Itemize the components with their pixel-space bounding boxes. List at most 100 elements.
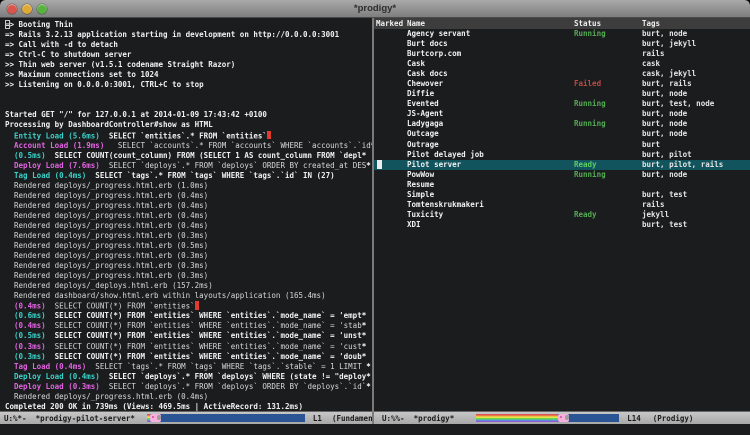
marked-cell [376,200,407,210]
log-text: (0.4ms) [5,302,46,311]
process-tags: rails [642,200,750,210]
process-status: Running [574,119,642,129]
process-tags: burt, node [642,89,750,99]
log-text: Account Load (1.9ms) [5,141,104,150]
prodigy-pane[interactable]: Marked Name Status Tags Agency servantRu… [374,18,750,424]
process-row[interactable]: Pilot delayed jobburt, pilot [374,150,750,160]
marked-cell [376,220,407,230]
process-tags: burt, node [642,119,750,129]
process-name: Outcage [407,129,574,139]
process-row[interactable]: Tomtenskrukmakeri rails [374,200,750,210]
log-text: => Call with -d to detach [5,40,118,49]
log-text: SELECT `accounts`.* FROM `accounts` WHER… [104,141,370,150]
log-text: => Ctrl-C to shutdown server [5,50,131,59]
log-text: * [366,382,371,391]
process-tags: burt, test [642,220,750,230]
process-row[interactable]: TuxicityReadyjekyll [374,210,750,220]
left-modeline[interactable]: U:%*- *prodigy-pilot-server* L1 (Fundame… [0,411,372,424]
log-line: Rendered deploys/_progress.html.erb (0.4… [5,211,372,221]
process-row[interactable]: PowWowRunningburt, node [374,170,750,180]
log-text: Deploy Load (7.6ms) [5,161,100,170]
log-text: Rendered deploys/_progress.html.erb (0.4… [5,201,208,210]
log-text: Rendered deploys/_progress.html.erb (0.4… [5,191,208,200]
log-text: (0.3ms) [5,352,46,361]
cursor-block [195,301,200,310]
process-row[interactable]: LadygagaRunningburt, node [374,119,750,129]
process-name: Tuxicity [407,210,574,220]
log-line: (0.3ms) SELECT COUNT(*) FROM `entities` … [5,342,372,352]
log-text: >> Maximum connections set to 1024 [5,70,159,79]
log-line: (0.4ms) SELECT COUNT(*) FROM `entities` … [5,321,372,331]
log-pane[interactable]: => Booting Thin=> Rails 3.2.13 applicati… [0,18,372,424]
process-row[interactable]: Cask docscask, jekyll [374,69,750,79]
process-row[interactable]: Resume [374,180,750,190]
process-row[interactable]: Burtcorp.comrails [374,49,750,59]
column-header-marked: Marked [376,18,407,29]
process-status: Ready [574,210,642,220]
marked-cell [376,140,407,150]
process-row[interactable]: Outrageburt [374,140,750,150]
process-tags: burt, test, node [642,99,750,109]
process-row[interactable]: Diffieburt, node [374,89,750,99]
log-text: (0.3ms) [5,342,46,351]
log-text: Entity Load (5.6ms) [5,131,100,140]
log-text: SELECT `deploys`.* FROM `deploys` WHERE … [100,372,366,381]
minimize-button[interactable] [22,4,32,14]
table-header: Marked Name Status Tags [374,18,750,29]
line-number-indicator: L1 [313,414,322,423]
marked-cell [376,129,407,139]
log-text: Rendered deploys/_progress.html.erb (1.0… [5,181,208,190]
process-list[interactable]: Agency servantRunningburt, nodeBurt docs… [374,29,750,411]
process-row[interactable]: Simpleburt, test [374,190,750,200]
major-mode-indicator: (Fundamen [332,414,372,423]
titlebar[interactable]: *prodigy* [0,0,750,18]
buffer-flags: U:%%- [382,414,405,423]
process-tags: burt [642,140,750,150]
log-line: Rendered deploys/_progress.html.erb (0.4… [5,221,372,231]
log-text: SELECT COUNT(*) FROM `entities` WHERE `e… [46,311,362,320]
process-name: Cask docs [407,69,574,79]
process-row[interactable]: Outcageburt, node [374,129,750,139]
log-text: => Rails 3.2.13 application starting in … [5,30,339,39]
right-modeline[interactable]: U:%%- *prodigy* L14 (Prodigy) [374,411,750,424]
log-text: SELECT COUNT(*) FROM `entities` WHERE `e… [46,331,362,340]
log-line: Rendered deploys/_progress.html.erb (0.4… [5,201,372,211]
log-line: Rendered deploys/_deploys.html.erb (157.… [5,281,372,291]
nyan-rainbow-trail [476,414,558,422]
log-line: => Ctrl-C to shutdown server [5,50,372,60]
log-text: SELECT `deploys`.* FROM `deploys` ORDER … [100,382,366,391]
process-row[interactable]: XDIburt, test [374,220,750,230]
process-status [574,109,642,119]
marked-cell [376,190,407,200]
log-line [5,100,372,110]
window-title: *prodigy* [0,0,750,17]
log-text: * [366,161,371,170]
process-name: Burtcorp.com [407,49,574,59]
process-name: Tomtenskrukmakeri [407,200,574,210]
process-row[interactable]: Burt docsburt, jekyll [374,39,750,49]
process-row[interactable]: EventedRunningburt, test, node [374,99,750,109]
process-row[interactable]: Caskcask [374,59,750,69]
log-text: Rendered deploys/_deploys.html.erb (157.… [5,281,213,290]
marked-cell [376,170,407,180]
log-line: => Booting Thin [5,20,372,30]
log-line: >> Maximum connections set to 1024 [5,70,372,80]
process-tags: jekyll [642,210,750,220]
process-row[interactable]: Pilot serverReadyburt, pilot, rails [374,160,750,170]
minibuffer[interactable] [0,424,750,435]
marked-cell [376,109,407,119]
log-line: >> Listening on 0.0.0.0:3001, CTRL+C to … [5,80,372,90]
process-status [574,140,642,150]
process-tags [642,180,750,190]
process-row[interactable]: JS-Agentburt, node [374,109,750,119]
server-log-buffer[interactable]: => Booting Thin=> Rails 3.2.13 applicati… [0,18,372,411]
log-line: (0.6ms) SELECT COUNT(*) FROM `entities` … [5,311,372,321]
process-status [574,59,642,69]
process-row[interactable]: Agency servantRunningburt, node [374,29,750,39]
close-button[interactable] [7,4,17,14]
log-line [5,90,372,100]
process-row[interactable]: ChewoverFailedburt, rails [374,79,750,89]
process-tags: burt, node [642,29,750,39]
zoom-button[interactable] [37,4,47,14]
marked-cell [376,89,407,99]
